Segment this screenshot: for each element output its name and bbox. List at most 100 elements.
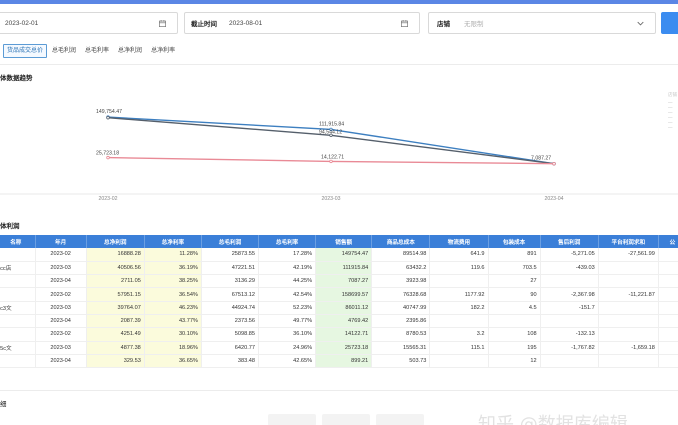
column-header[interactable]: 总毛利润	[201, 235, 260, 248]
table-cell: 5098.85	[201, 327, 260, 342]
table-cell: 111915.84	[315, 261, 373, 276]
table-cell	[598, 327, 659, 342]
tab-item[interactable]: 总净利润	[114, 44, 146, 58]
query-button[interactable]	[661, 12, 678, 34]
table-cell: 182.2	[429, 301, 489, 315]
table-cell: 2023-02	[35, 287, 87, 302]
table-cell: 38.25%	[144, 274, 202, 289]
table-header-row: 名称 年月 总净利润 总净利率 总毛利润 总毛利率 销售额 商品总成本 物流费用 包装成本 售后利润…	[0, 235, 678, 248]
table-cell: 67513.12	[201, 287, 260, 302]
table-row: 2023-02 57951.15 36.54% 67513.12 42.54% 15869…	[0, 287, 678, 302]
table-cell: 3.2	[429, 327, 489, 342]
data-point	[106, 155, 110, 160]
table-cell: 158699.57	[315, 287, 373, 302]
data-label: 7,087.27	[531, 156, 551, 162]
divider	[0, 390, 678, 391]
column-header[interactable]: 商品总成本	[371, 235, 431, 248]
table-cell	[658, 341, 678, 355]
x-tick-label: 2023-02	[98, 196, 117, 202]
column-header[interactable]: 总毛利率	[258, 235, 317, 248]
pagination-placeholder	[322, 414, 370, 425]
table-cell: 149754.47	[315, 248, 373, 262]
table-cell	[0, 248, 36, 262]
start-date-value: 2023-02-01	[5, 19, 39, 27]
table-cell	[598, 274, 659, 289]
metric-tabs: 货品成交总价 总毛利润 总毛利率 总净利润 总净利率	[3, 44, 180, 58]
table-cell: 90	[488, 287, 541, 302]
table-cell: -1,767.82	[540, 341, 599, 355]
table-cell: -151.7	[540, 301, 599, 315]
table-cell	[0, 327, 36, 342]
calendar-icon	[157, 19, 167, 27]
column-header[interactable]: 平台利润求和	[598, 235, 659, 248]
table-cell	[0, 287, 36, 302]
table-cell: 1177.92	[429, 287, 489, 302]
start-date-field[interactable]: 2023-02-01	[0, 12, 178, 34]
detail-section-title: 细	[0, 401, 7, 408]
table-cell: 44.25%	[258, 274, 317, 289]
tab-item[interactable]: 货品成交总价	[3, 44, 48, 58]
table-cell: -132.13	[540, 327, 599, 342]
table-cell: 36.10%	[258, 327, 317, 342]
profit-table-container: 名称 年月 总净利润 总净利率 总毛利润 总毛利率 销售额 商品总成本 物流费用 包装成本 售后利润…	[0, 235, 678, 381]
store-placeholder: 无限制	[464, 21, 484, 28]
end-date-label: 截止时间	[191, 21, 217, 28]
table-cell: 42.65%	[258, 354, 317, 369]
table-cell: 329.53	[86, 354, 145, 369]
table-cell	[429, 274, 489, 289]
tab-item[interactable]: 总毛利率	[81, 44, 113, 58]
data-label: 25,723.18	[96, 151, 119, 157]
table-row: 2023-02 4251.49 30.10% 5098.85 36.10% 14122.7…	[0, 327, 678, 342]
table-cell: 4.5	[488, 301, 541, 315]
table-cell: -11,221.87	[598, 287, 659, 302]
table-cell: 52.23%	[258, 301, 317, 315]
tab-item[interactable]: 总毛利润	[48, 44, 80, 58]
chart-legend: 店铺 — — — — — —	[668, 92, 677, 130]
column-header[interactable]: 销售额	[315, 235, 373, 248]
table-row: ecc店2023-0340506.5636.19%47221.5142.19%1…	[0, 261, 678, 276]
end-date-field[interactable]: 截止时间 2023-08-01	[184, 12, 420, 34]
data-point	[552, 161, 556, 166]
table-cell: 383.48	[201, 354, 260, 369]
table-cell: 12	[488, 354, 541, 369]
table-row: 2023-04 329.53 36.65% 383.48 42.65% 899.21 503…	[0, 354, 678, 369]
table-cell	[540, 354, 599, 369]
table-row: 65c文2023-034877.3818.96%6420.7724.96%257…	[0, 341, 678, 355]
table-cell: 15565.31	[371, 341, 431, 355]
column-header[interactable]: 包装成本	[488, 235, 541, 248]
data-label: 111,915.84	[319, 121, 344, 127]
column-header[interactable]: 名称	[0, 235, 36, 248]
table-cell: 17.28%	[258, 248, 317, 262]
table-cell	[598, 354, 659, 369]
table-cell: 8780.53	[371, 327, 431, 342]
pagination-placeholder	[268, 414, 316, 425]
table-cell: 4251.49	[86, 327, 145, 342]
column-header[interactable]: 总净利润	[86, 235, 145, 248]
column-header[interactable]: 物流费用	[429, 235, 489, 248]
table-cell: 39764.07	[86, 301, 145, 315]
table-cell: 899.21	[315, 354, 373, 369]
table-cell: 27	[488, 274, 541, 289]
store-select[interactable]: 店铺 无限制	[428, 12, 656, 34]
tab-item[interactable]: 总净利率	[147, 44, 179, 58]
pagination-placeholder	[376, 414, 424, 425]
table-cell: 2023-04	[35, 314, 87, 329]
column-header[interactable]: 总净利率	[144, 235, 202, 248]
column-header[interactable]: 售后利润	[540, 235, 599, 248]
table-cell	[540, 274, 599, 289]
column-header[interactable]: 公	[658, 235, 678, 248]
column-header[interactable]: 年月	[35, 235, 87, 248]
table-row: 7c3文2023-0339764.0746.23%44924.7452.23%8…	[0, 301, 678, 315]
table-cell	[658, 248, 678, 262]
table-cell: 76328.68	[371, 287, 431, 302]
table-cell: 891	[488, 248, 541, 262]
table-cell: 42.54%	[258, 287, 317, 302]
table-cell: 36.65%	[144, 354, 202, 369]
trend-section-title: 体数据趋势	[0, 75, 33, 82]
table-cell: 2373.56	[201, 314, 260, 329]
table-cell	[598, 314, 659, 329]
table-cell: 2087.39	[86, 314, 145, 329]
data-point	[329, 159, 333, 164]
table-cell: ecc店	[0, 261, 36, 276]
end-date-value: 2023-08-01	[229, 19, 263, 27]
